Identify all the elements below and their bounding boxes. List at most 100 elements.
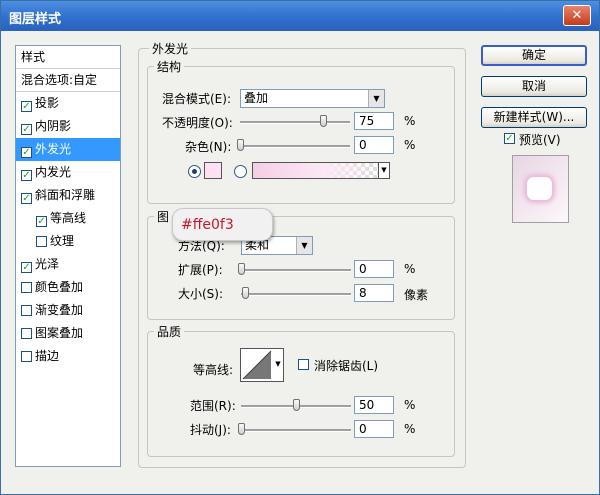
style-item-label: 内阴影: [35, 119, 72, 133]
style-item[interactable]: ✓ 内阴影: [16, 115, 120, 138]
style-item-label: 图案叠加: [35, 326, 84, 340]
spread-label: 扩展(P):: [178, 263, 223, 277]
style-item-label: 纹理: [50, 234, 75, 248]
style-item[interactable]: ✓ 内发光: [16, 161, 120, 184]
new-style-button[interactable]: 新建样式(W)...: [481, 107, 587, 128]
styles-list: 样式 混合选项:自定 ✓ 投影 ✓ 内阴影 ✓ 外发光 ✓ 内发光 ✓ 斜面和浮雕 ✓ 等高线 纹理 ✓ 光…: [15, 45, 121, 467]
style-checkbox[interactable]: ✓: [21, 147, 32, 158]
style-item-label: 外发光: [35, 142, 72, 156]
contour-curve-icon: [242, 350, 272, 380]
noise-slider-track[interactable]: [240, 145, 350, 148]
outer-glow-panel: 外发光 结构 混合模式(E): 叠加 ▼ 不透明度(O): 75 % 杂色(N)…: [138, 40, 466, 468]
style-item-label: 描边: [35, 349, 60, 363]
quality-title: 品质: [154, 323, 185, 340]
style-checkbox[interactable]: [21, 282, 32, 293]
antialias-checkbox[interactable]: [298, 359, 309, 370]
size-unit: 像素: [404, 288, 429, 302]
style-checkbox[interactable]: ✓: [21, 170, 32, 181]
style-item-label: 内发光: [35, 165, 72, 179]
cancel-button[interactable]: 取消: [481, 76, 587, 97]
solid-color-radio[interactable]: [188, 165, 201, 178]
chevron-down-icon: ▼: [296, 237, 312, 254]
contour-chevron-icon[interactable]: ▼: [273, 348, 284, 382]
size-slider-thumb[interactable]: [242, 287, 250, 299]
title-bar[interactable]: 图层样式 ✕: [1, 1, 599, 31]
blending-options-item[interactable]: 混合选项:自定: [16, 69, 120, 92]
size-slider-track[interactable]: [241, 293, 351, 296]
opacity-input[interactable]: 75: [354, 112, 394, 130]
preview-checkbox[interactable]: ✓: [504, 133, 515, 144]
opacity-unit: %: [404, 114, 416, 128]
glow-color-swatch[interactable]: [204, 162, 222, 179]
style-checkbox[interactable]: ✓: [21, 262, 32, 273]
ok-button[interactable]: 确定: [481, 45, 587, 66]
style-item-label: 光泽: [35, 257, 60, 271]
style-item[interactable]: ✓ 斜面和浮雕: [16, 184, 120, 207]
contour-label: 等高线:: [193, 363, 234, 377]
spread-slider-thumb[interactable]: [238, 263, 245, 275]
style-checkbox[interactable]: [21, 305, 32, 316]
jitter-unit: %: [404, 422, 416, 436]
dialog-body: 样式 混合选项:自定 ✓ 投影 ✓ 内阴影 ✓ 外发光 ✓ 内发光 ✓ 斜面和浮雕 ✓ 等高线 纹理 ✓ 光…: [1, 31, 599, 494]
style-checkbox[interactable]: ✓: [21, 193, 32, 204]
preview-shape: [527, 177, 552, 200]
size-label: 大小(S):: [178, 287, 224, 301]
noise-slider-thumb[interactable]: [237, 139, 244, 151]
gradient-radio[interactable]: [234, 165, 247, 178]
range-slider-thumb[interactable]: [293, 399, 300, 411]
style-item-label: 颜色叠加: [35, 280, 84, 294]
gradient-swatch[interactable]: [252, 162, 379, 179]
style-checkbox[interactable]: [21, 328, 32, 339]
style-checkbox[interactable]: ✓: [21, 124, 32, 135]
style-item[interactable]: ✓ 投影: [16, 92, 120, 115]
style-item-label: 等高线: [50, 211, 87, 225]
jitter-slider-thumb[interactable]: [238, 423, 245, 435]
style-item[interactable]: 颜色叠加: [16, 276, 120, 299]
structure-title: 结构: [154, 58, 185, 75]
style-checkbox[interactable]: ✓: [21, 101, 32, 112]
opacity-slider-thumb[interactable]: [319, 115, 327, 127]
preview-label: 预览(V): [519, 133, 561, 147]
opacity-label: 不透明度(O):: [162, 116, 233, 130]
layer-style-dialog: 图层样式 ✕ 样式 混合选项:自定 ✓ 投影 ✓ 内阴影 ✓ 外发光 ✓ 内发光 ✓ 斜面和浮雕 ✓…: [0, 0, 600, 495]
styles-header[interactable]: 样式: [16, 46, 120, 69]
section-title: 外发光: [149, 40, 192, 57]
style-items: ✓ 投影 ✓ 内阴影 ✓ 外发光 ✓ 内发光 ✓ 斜面和浮雕 ✓ 等高线 纹理 ✓ 光泽 颜色叠加 渐变叠加 图案…: [16, 92, 120, 368]
style-item-label: 投影: [35, 96, 60, 110]
blend-mode-label: 混合模式(E):: [162, 92, 231, 106]
style-checkbox[interactable]: [36, 236, 47, 247]
noise-label: 杂色(N):: [185, 140, 232, 154]
style-item[interactable]: 描边: [16, 345, 120, 368]
jitter-slider-track[interactable]: [241, 429, 351, 432]
close-button[interactable]: ✕: [563, 5, 591, 26]
spread-input[interactable]: 0: [354, 260, 394, 278]
radio-selected-dot: [192, 169, 197, 174]
elements-title: 图: [154, 208, 173, 225]
style-item[interactable]: 纹理: [16, 230, 120, 253]
color-value-tooltip: #ffe0f3: [172, 208, 273, 241]
size-input[interactable]: 8: [354, 284, 394, 302]
blend-mode-value: 叠加: [244, 91, 269, 105]
style-item-label: 渐变叠加: [35, 303, 84, 317]
jitter-label: 抖动(J):: [190, 423, 231, 437]
style-checkbox[interactable]: ✓: [36, 216, 47, 227]
range-input[interactable]: 50: [354, 396, 394, 414]
style-checkbox[interactable]: [21, 351, 32, 362]
style-item[interactable]: ✓ 外发光: [16, 138, 120, 161]
style-item[interactable]: 渐变叠加: [16, 299, 120, 322]
opacity-slider-track[interactable]: [240, 121, 350, 124]
contour-preview[interactable]: [240, 348, 274, 382]
range-label: 范围(R):: [190, 399, 236, 413]
style-item[interactable]: 图案叠加: [16, 322, 120, 345]
window-title: 图层样式: [9, 12, 62, 27]
spread-slider-track[interactable]: [241, 269, 351, 272]
antialias-label: 消除锯齿(L): [314, 359, 379, 373]
gradient-chevron-icon[interactable]: ▼: [379, 162, 390, 179]
noise-input[interactable]: 0: [354, 136, 394, 154]
structure-group: 结构 混合模式(E): 叠加 ▼ 不透明度(O): 75 % 杂色(N): 0 …: [147, 58, 455, 204]
blend-mode-select[interactable]: 叠加 ▼: [240, 89, 385, 108]
style-item[interactable]: ✓ 等高线: [16, 207, 120, 230]
style-item[interactable]: ✓ 光泽: [16, 253, 120, 276]
jitter-input[interactable]: 0: [354, 420, 394, 438]
range-unit: %: [404, 398, 416, 412]
